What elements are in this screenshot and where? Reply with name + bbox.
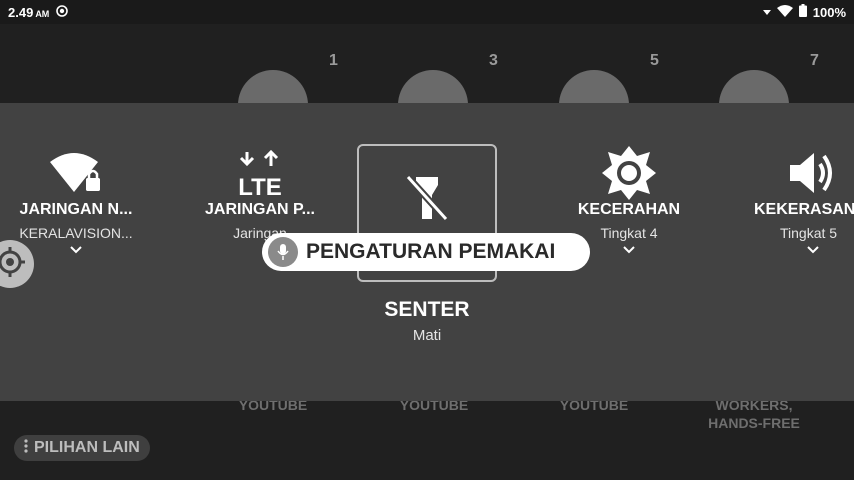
more-vert-icon [24, 438, 28, 458]
tile-title: KEKERASAN [754, 201, 854, 218]
signal-icon [762, 5, 771, 20]
bg-number: 1 [329, 52, 338, 69]
tile-flashlight[interactable] [357, 170, 497, 226]
tile-title: JARINGAN N... [19, 201, 133, 218]
chevron-down-icon[interactable] [744, 245, 854, 254]
lte-icon: LTE [190, 145, 330, 201]
tile-title: KECERAHAN [577, 201, 681, 218]
tile-subtitle: Mati [412, 327, 442, 344]
brightness-icon [559, 145, 699, 201]
tile-subtitle: KERALAVISION... [19, 225, 133, 241]
tile-wifi[interactable]: JARINGAN N... KERALAVISION... [5, 145, 147, 254]
tile-mobile-network[interactable]: LTE JARINGAN P... Jaringan [190, 145, 330, 241]
clock: 2.49 AM [8, 4, 50, 20]
mic-icon [268, 237, 298, 267]
bg-number: 3 [489, 52, 498, 69]
flashlight-off-icon [357, 170, 497, 226]
tile-title: SENTER [384, 298, 470, 321]
target-icon [0, 246, 25, 282]
tile-title: JARINGAN P... [205, 201, 315, 218]
bg-number: 5 [650, 52, 659, 69]
battery-icon [798, 4, 807, 20]
more-options-button[interactable]: PILIHAN LAIN [14, 435, 150, 461]
tile-volume[interactable]: KEKERASAN Tingkat 5 [744, 145, 854, 254]
wifi-icon [776, 4, 793, 20]
bg-number: 7 [810, 52, 819, 69]
svg-text:LTE: LTE [238, 174, 282, 198]
volume-icon [744, 145, 854, 201]
voice-command-hint: PENGATURAN PEMAKAI [262, 233, 590, 271]
wifi-lock-icon [5, 145, 147, 201]
bg-app-label: WORKERS, HANDS-FREE [708, 397, 800, 431]
battery-level: 100% [812, 4, 846, 20]
tile-subtitle: Tingkat 5 [780, 225, 838, 241]
sync-icon [55, 4, 69, 21]
status-bar: 2.49 AM 100% [0, 0, 854, 24]
voice-hint-label: PENGATURAN PEMAKAI [306, 240, 556, 263]
